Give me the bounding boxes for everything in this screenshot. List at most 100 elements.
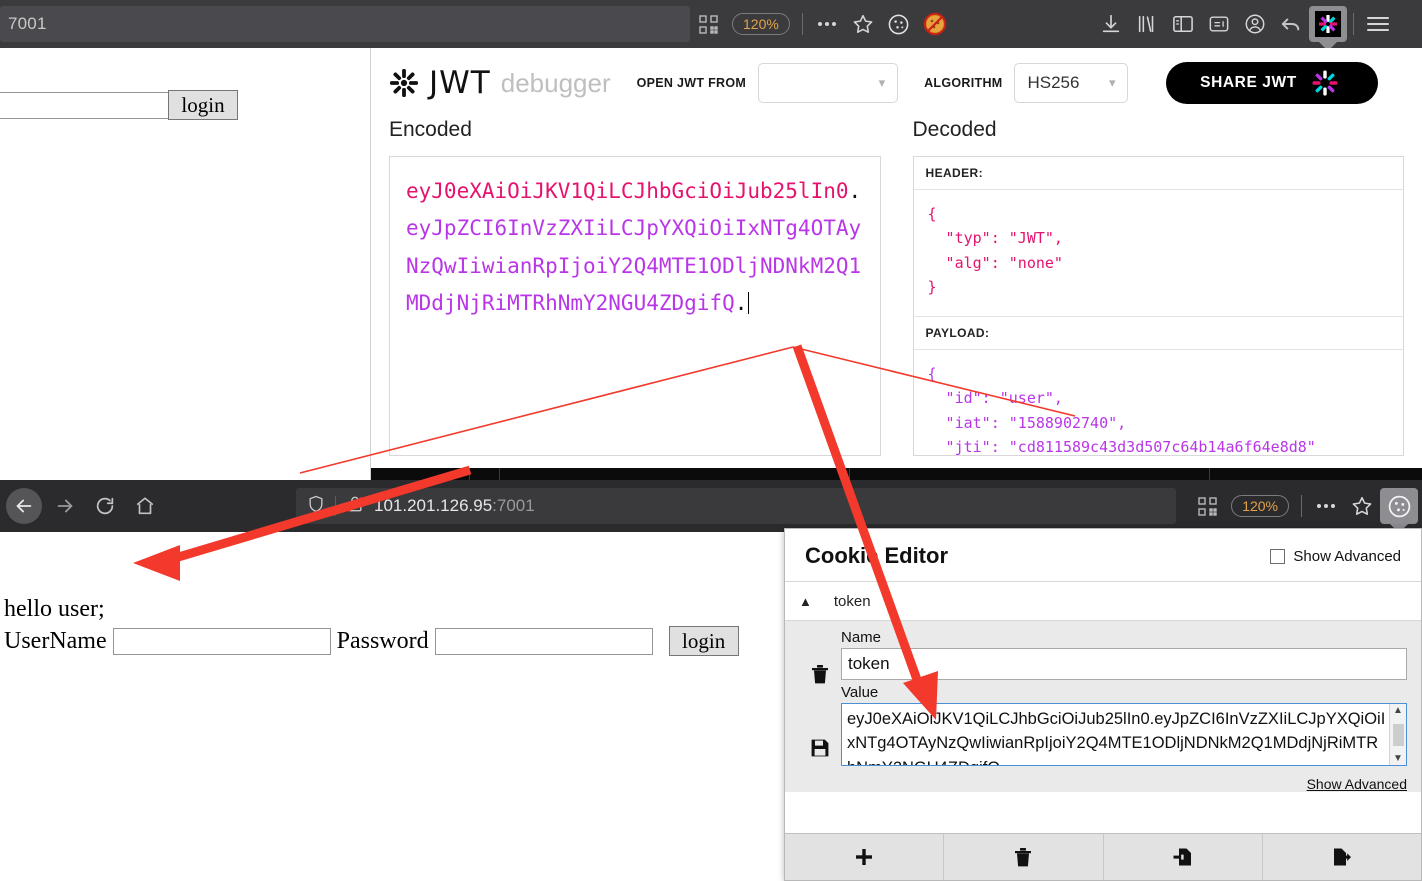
more-options-icon[interactable] <box>1308 489 1344 523</box>
more-options-icon[interactable] <box>809 7 845 41</box>
top-browser-toolbar: 7001 120% <box>0 0 1422 48</box>
download-icon[interactable] <box>1093 7 1129 41</box>
show-advanced-link[interactable]: Show Advanced <box>785 772 1421 792</box>
jwt-logo-icon <box>389 68 419 98</box>
trash-icon[interactable] <box>810 663 830 690</box>
insecure-connection-icon[interactable] <box>345 494 365 519</box>
scroll-up-icon[interactable]: ▲ <box>1393 705 1403 716</box>
top-page-login-button[interactable]: login <box>168 90 238 120</box>
algorithm-label: ALGORITHM <box>924 76 1002 90</box>
jwt-header: JWT debugger OPEN JWT FROM ▾ ALGORITHM H… <box>371 48 1422 118</box>
encoded-column: Encoded eyJ0eXAiOiJKV1QiLCJhbGciOiJub25l… <box>389 118 881 456</box>
password-label: Password <box>337 628 429 655</box>
back-arrow-icon[interactable] <box>6 488 42 524</box>
cookie-name-input[interactable] <box>841 648 1407 680</box>
cookie-editor-action-bar <box>785 833 1421 880</box>
cookie-name-label: token <box>834 593 871 610</box>
encoded-title: Encoded <box>389 118 881 142</box>
cookie-icon[interactable] <box>881 7 917 41</box>
add-cookie-icon[interactable] <box>785 834 944 880</box>
qr-reader-icon[interactable] <box>690 7 726 41</box>
open-jwt-from-label: OPEN JWT FROM <box>637 76 746 90</box>
star-bookmark-icon[interactable] <box>845 7 881 41</box>
home-icon[interactable] <box>128 489 162 523</box>
cookie-value-text: eyJ0eXAiOiJKV1QiLCJhbGciOiJub25lIn0.eyJp… <box>842 704 1406 766</box>
delete-cookie-icon[interactable] <box>944 834 1103 880</box>
url-host: 101.201.126.95 <box>374 496 492 515</box>
sidebar-icon[interactable] <box>1165 7 1201 41</box>
share-jwt-button[interactable]: SHARE JWT <box>1166 62 1378 104</box>
jwt-debugger-window: JWT debugger OPEN JWT FROM ▾ ALGORITHM H… <box>370 48 1422 480</box>
encoded-dot-2: . <box>735 291 748 315</box>
toolbar-divider-2 <box>1353 13 1354 35</box>
chevron-down-icon: ▾ <box>879 75 886 91</box>
open-jwt-from-select[interactable]: ▾ <box>758 63 898 103</box>
payload-json[interactable]: { "id": "user", "iat": "1588902740", "jt… <box>914 350 1404 456</box>
forward-arrow-icon[interactable] <box>48 489 82 523</box>
share-jwt-label: SHARE JWT <box>1200 74 1297 92</box>
algorithm-value: HS256 <box>1027 73 1079 93</box>
cookie-blocked-icon[interactable] <box>917 7 953 41</box>
username-input[interactable] <box>113 628 331 655</box>
star-bookmark-icon[interactable] <box>1344 489 1380 523</box>
zoom-level-badge[interactable]: 120% <box>1231 495 1289 517</box>
export-cookie-icon[interactable] <box>1263 834 1421 880</box>
import-cookie-icon[interactable] <box>1104 834 1263 880</box>
decoded-panel: HEADER: { "typ": "JWT", "alg": "none" } … <box>913 156 1405 456</box>
encoded-jwt-input[interactable]: eyJ0eXAiOiJKV1QiLCJhbGciOiJub25lIn0.eyJp… <box>389 156 881 456</box>
encoded-header-segment: eyJ0eXAiOiJKV1QiLCJhbGciOiJub25lIn0 <box>406 179 849 203</box>
bottom-url-text: 101.201.126.95:7001 <box>374 496 535 516</box>
cookie-editor-title: Cookie Editor <box>805 543 948 569</box>
algorithm-select[interactable]: HS256 ▾ <box>1014 63 1128 103</box>
tracking-shield-icon[interactable] <box>306 494 326 519</box>
qr-reader-icon[interactable] <box>1189 489 1225 523</box>
encoded-payload-segment: eyJpZCI6InVzZXIiLCJpYXQiOiIxNTg4OTAyNzQw… <box>406 216 861 315</box>
show-advanced-checkbox[interactable]: Show Advanced <box>1270 548 1401 565</box>
password-input[interactable] <box>435 628 653 655</box>
header-json[interactable]: { "typ": "JWT", "alg": "none" } <box>914 190 1404 311</box>
jwt-logo-colored-icon <box>1311 69 1339 97</box>
value-scrollbar[interactable]: ▲ ▼ <box>1389 704 1406 765</box>
account-icon[interactable] <box>1237 7 1273 41</box>
payload-label: PAYLOAD: <box>914 317 1404 350</box>
chevron-down-icon: ▾ <box>1109 75 1116 91</box>
undo-arrow-icon[interactable] <box>1273 7 1309 41</box>
top-page-input[interactable] <box>0 92 170 119</box>
username-label: UserName <box>4 628 107 655</box>
jwt-brand-name: JWT <box>429 65 491 101</box>
chevron-up-icon[interactable]: ▲ <box>799 594 812 609</box>
bottom-url-bar[interactable]: 101.201.126.95:7001 <box>296 488 1176 524</box>
login-button[interactable]: login <box>669 626 739 656</box>
text-caret <box>748 292 749 314</box>
cookie-list-item[interactable]: ▲ token <box>785 581 1421 621</box>
decoded-payload-section: PAYLOAD: { "id": "user", "iat": "1588902… <box>914 317 1404 456</box>
decoded-column: Decoded HEADER: { "typ": "JWT", "alg": "… <box>913 118 1405 456</box>
zoom-level-badge[interactable]: 120% <box>732 13 790 35</box>
cookie-fields: Name Value eyJ0eXAiOiJKV1QiLCJhbGciOiJub… <box>841 629 1407 766</box>
jwt-columns: Encoded eyJ0eXAiOiJKV1QiLCJhbGciOiJub25l… <box>371 118 1422 456</box>
header-label: HEADER: <box>914 157 1404 190</box>
scroll-down-icon[interactable]: ▼ <box>1393 753 1403 764</box>
login-form: UserName Password login <box>4 626 739 656</box>
jwt-window-bottom-strip <box>371 468 1422 480</box>
bottom-browser-toolbar: 101.201.126.95:7001 120% <box>0 480 1422 532</box>
decoded-header-section: HEADER: { "typ": "JWT", "alg": "none" } <box>914 157 1404 317</box>
jwt-extension-icon[interactable] <box>1309 6 1347 42</box>
checkbox-box[interactable] <box>1270 549 1285 564</box>
cookie-editor-icon[interactable] <box>1380 488 1418 524</box>
reload-icon[interactable] <box>88 489 122 523</box>
name-field-label: Name <box>841 629 1407 646</box>
toolbar-divider <box>802 13 803 35</box>
scrollbar-thumb[interactable] <box>1393 724 1404 746</box>
container-tabs-icon[interactable] <box>1201 7 1237 41</box>
show-advanced-label: Show Advanced <box>1293 548 1401 565</box>
top-url-bar[interactable]: 7001 <box>0 6 690 42</box>
hamburger-menu-icon[interactable] <box>1360 7 1396 41</box>
cookie-row-actions <box>799 629 841 766</box>
library-icon[interactable] <box>1129 7 1165 41</box>
save-icon[interactable] <box>810 738 830 763</box>
value-field-label: Value <box>841 684 1407 701</box>
cookie-value-textarea[interactable]: eyJ0eXAiOiJKV1QiLCJhbGciOiJub25lIn0.eyJp… <box>841 703 1407 766</box>
jwt-brand-subtitle: debugger <box>501 68 611 99</box>
encoded-dot-1: . <box>849 179 862 203</box>
